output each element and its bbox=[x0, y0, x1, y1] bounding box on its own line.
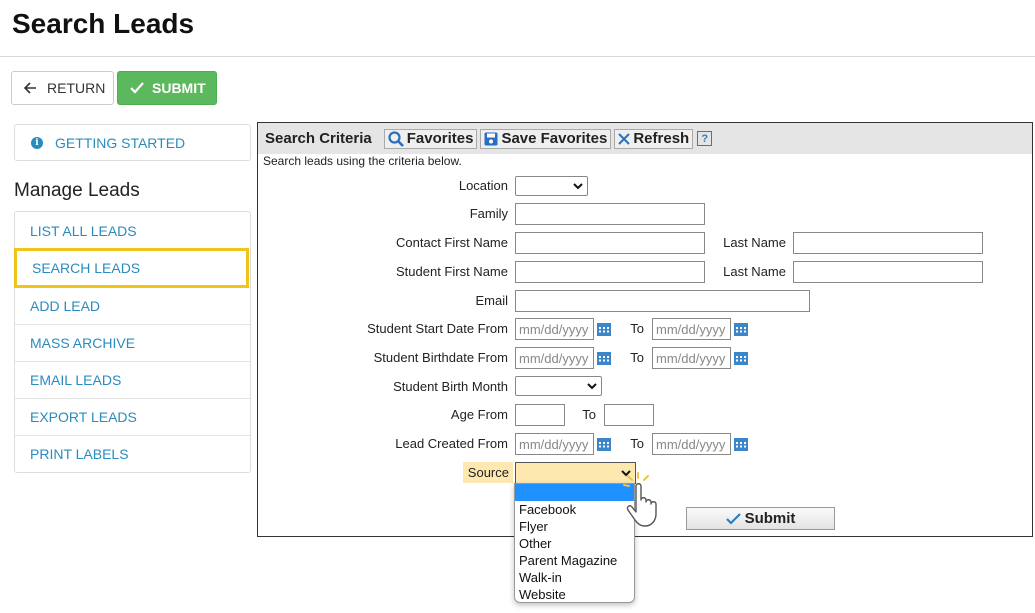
sidebar-item-email-leads[interactable]: EMAIL LEADS bbox=[15, 361, 250, 398]
contact-last-name-label: Last Name bbox=[723, 235, 786, 250]
sidebar-item-add-lead[interactable]: ADD LEAD bbox=[15, 287, 250, 324]
save-icon bbox=[484, 132, 498, 145]
calendar-icon[interactable] bbox=[733, 436, 749, 452]
family-input[interactable] bbox=[515, 203, 705, 225]
source-option-parent-magazine[interactable]: Parent Magazine bbox=[515, 552, 634, 569]
family-label: Family bbox=[469, 206, 508, 221]
contact-first-name-input[interactable] bbox=[515, 232, 705, 254]
save-favorites-button[interactable]: Save Favorites bbox=[480, 128, 612, 149]
panel-description: Search leads using the criteria below. bbox=[263, 154, 462, 168]
email-field[interactable] bbox=[515, 290, 810, 312]
contact-last-name-input[interactable] bbox=[793, 232, 983, 254]
check-icon bbox=[130, 82, 144, 94]
start-date-from-input[interactable]: mm/dd/yyyy bbox=[515, 318, 594, 340]
student-first-name-input[interactable] bbox=[515, 261, 705, 283]
birthdate-to-input[interactable]: mm/dd/yyyy bbox=[652, 347, 731, 369]
page-title: Search Leads bbox=[12, 8, 195, 39]
age-from-label: Age From bbox=[450, 407, 508, 422]
source-option-website[interactable]: Website bbox=[515, 586, 634, 602]
birthdate-to-label: To bbox=[630, 350, 644, 365]
chevron-down-icon bbox=[587, 382, 597, 389]
contact-first-name-label: Contact First Name bbox=[396, 235, 508, 250]
location-select[interactable] bbox=[515, 176, 588, 196]
lead-created-to-label: To bbox=[630, 436, 644, 451]
check-icon bbox=[725, 512, 741, 525]
favorites-button[interactable]: Favorites bbox=[383, 128, 478, 149]
submit-label: SUBMIT bbox=[152, 80, 206, 96]
age-from-input[interactable] bbox=[515, 404, 565, 426]
source-dropdown: Facebook Flyer Other Parent Magazine Wal… bbox=[514, 483, 635, 603]
refresh-label: Refresh bbox=[633, 130, 690, 147]
submit-button[interactable]: SUBMIT bbox=[117, 71, 217, 105]
lead-created-to-input[interactable]: mm/dd/yyyy bbox=[652, 433, 731, 455]
source-label: Source bbox=[463, 462, 513, 483]
getting-started-link[interactable]: i GETTING STARTED bbox=[14, 124, 251, 161]
lead-created-from-input[interactable]: mm/dd/yyyy bbox=[515, 433, 594, 455]
sidebar-item-print-labels[interactable]: PRINT LABELS bbox=[15, 435, 250, 472]
divider bbox=[0, 56, 1035, 57]
info-icon: i bbox=[31, 136, 43, 149]
birthdate-from-label: Student Birthdate From bbox=[373, 350, 508, 365]
location-label: Location bbox=[458, 178, 508, 193]
start-date-to-input[interactable]: mm/dd/yyyy bbox=[652, 318, 731, 340]
sidebar-item-list-all-leads[interactable]: LIST ALL LEADS bbox=[15, 212, 250, 249]
calendar-icon[interactable] bbox=[733, 350, 749, 366]
getting-started-label: GETTING STARTED bbox=[55, 134, 186, 151]
start-date-to-label: To bbox=[630, 321, 644, 336]
source-select[interactable] bbox=[515, 462, 636, 484]
calendar-icon[interactable] bbox=[596, 436, 612, 452]
birth-month-select[interactable] bbox=[515, 376, 602, 396]
source-option-walk-in[interactable]: Walk-in bbox=[515, 569, 634, 586]
student-first-name-label: Student First Name bbox=[396, 264, 508, 279]
sidebar-item-search-leads[interactable]: SEARCH LEADS bbox=[14, 248, 249, 288]
submit-search-label: Submit bbox=[744, 510, 796, 527]
lead-created-from-label: Lead Created From bbox=[395, 436, 508, 451]
panel-header: Search Criteria Favorites Save Favorites… bbox=[258, 123, 1032, 154]
hand-pointer-icon bbox=[623, 472, 657, 527]
student-last-name-input[interactable] bbox=[793, 261, 983, 283]
birthdate-from-input[interactable]: mm/dd/yyyy bbox=[515, 347, 594, 369]
chevron-down-icon bbox=[573, 182, 583, 189]
source-option-facebook[interactable]: Facebook bbox=[515, 501, 634, 518]
panel-title: Search Criteria bbox=[265, 130, 372, 147]
save-favorites-label: Save Favorites bbox=[501, 130, 608, 147]
source-option-other[interactable]: Other bbox=[515, 535, 634, 552]
email-label: Email bbox=[475, 293, 508, 308]
start-date-from-label: Student Start Date From bbox=[367, 321, 508, 336]
return-button[interactable]: RETURN bbox=[11, 71, 114, 105]
search-icon bbox=[388, 130, 404, 147]
favorites-label: Favorites bbox=[406, 130, 474, 147]
source-option-blank[interactable] bbox=[515, 484, 634, 501]
source-option-flyer[interactable]: Flyer bbox=[515, 518, 634, 535]
calendar-icon[interactable] bbox=[733, 321, 749, 337]
return-label: RETURN bbox=[47, 80, 106, 96]
refresh-button[interactable]: Refresh bbox=[614, 128, 694, 149]
age-to-input[interactable] bbox=[604, 404, 654, 426]
calendar-icon[interactable] bbox=[596, 350, 612, 366]
help-icon[interactable]: ? bbox=[697, 131, 713, 146]
calendar-icon[interactable] bbox=[596, 321, 612, 337]
sidebar-item-mass-archive[interactable]: MASS ARCHIVE bbox=[15, 324, 250, 361]
birth-month-label: Student Birth Month bbox=[393, 379, 508, 394]
submit-search-button[interactable]: Submit bbox=[686, 507, 835, 530]
sidebar-item-export-leads[interactable]: EXPORT LEADS bbox=[15, 398, 250, 435]
student-last-name-label: Last Name bbox=[723, 264, 786, 279]
close-icon bbox=[618, 132, 631, 145]
arrow-left-icon bbox=[24, 82, 36, 94]
age-to-label: To bbox=[582, 407, 596, 422]
sidebar-section-title: Manage Leads bbox=[14, 180, 140, 201]
sidebar-nav: LIST ALL LEADS SEARCH LEADS ADD LEAD MAS… bbox=[14, 211, 251, 473]
